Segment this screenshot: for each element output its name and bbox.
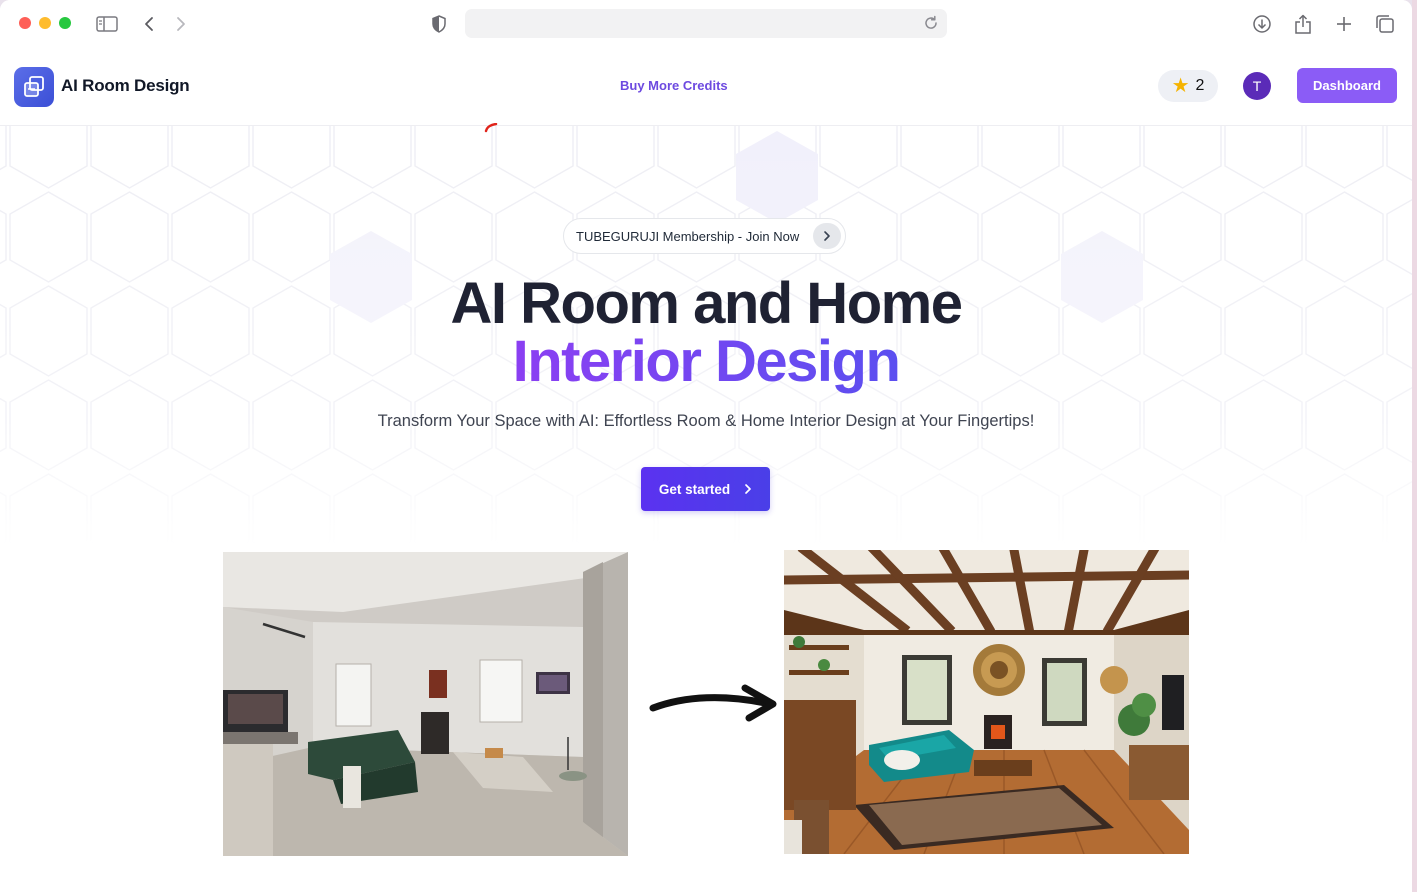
get-started-label: Get started: [658, 481, 731, 497]
credits-badge[interactable]: ★ 2: [1158, 70, 1218, 102]
get-started-button[interactable]: Get started: [641, 467, 770, 511]
hero-title-line2: Interior Design: [0, 330, 1412, 394]
browser-toolbar: [0, 0, 1412, 48]
minimize-window-button[interactable]: [39, 17, 51, 29]
app-navbar: AI Room Design Buy More Credits ★ 2 T Da…: [0, 48, 1412, 126]
dashboard-button[interactable]: Dashboard: [1297, 68, 1397, 103]
close-window-button[interactable]: [19, 17, 31, 29]
brand-name[interactable]: AI Room Design: [61, 76, 190, 96]
hero-title-highlight: Interior Design: [512, 329, 901, 394]
share-icon[interactable]: [1291, 12, 1315, 36]
desktop-edge: [1412, 0, 1417, 892]
hero-title-line1: AI Room and Home: [450, 271, 963, 336]
logo-icon[interactable]: [14, 67, 54, 107]
download-icon[interactable]: [1250, 12, 1274, 36]
forward-icon[interactable]: [169, 12, 193, 36]
star-icon: ★: [1171, 75, 1190, 97]
chevron-right-icon[interactable]: [813, 223, 841, 249]
buy-credits-link[interactable]: Buy More Credits: [620, 78, 728, 93]
new-tab-icon[interactable]: [1332, 12, 1356, 36]
user-avatar[interactable]: T: [1243, 72, 1271, 100]
chevron-right-icon: [745, 484, 751, 494]
after-room-image: [784, 550, 1189, 854]
arrow-right-icon: [649, 684, 777, 722]
credits-count: 2: [1195, 77, 1205, 94]
reload-icon[interactable]: [921, 13, 941, 33]
before-room-image: [223, 552, 628, 856]
tabs-overview-icon[interactable]: [1373, 12, 1397, 36]
membership-text: TUBEGURUJI Membership - Join Now: [576, 228, 800, 244]
membership-badge[interactable]: TUBEGURUJI Membership - Join Now: [563, 218, 846, 254]
hero-subtitle: Transform Your Space with AI: Effortless…: [377, 412, 1035, 430]
shield-icon[interactable]: [427, 12, 451, 36]
browser-window: AI Room Design Buy More Credits ★ 2 T Da…: [0, 0, 1412, 892]
address-bar[interactable]: [465, 9, 947, 38]
cursor-mark: [484, 123, 498, 133]
sidebar-icon[interactable]: [95, 12, 119, 36]
back-icon[interactable]: [137, 12, 161, 36]
zoom-window-button[interactable]: [59, 17, 71, 29]
